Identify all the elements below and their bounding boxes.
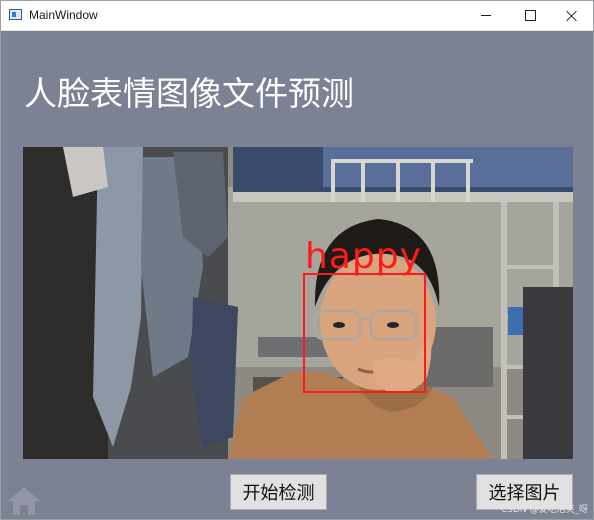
- emotion-label: happy: [305, 236, 422, 277]
- face-detection-box: [303, 273, 426, 393]
- minimize-icon: [481, 15, 491, 16]
- title-bar[interactable]: MainWindow: [1, 1, 593, 31]
- start-detect-button[interactable]: 开始检测: [230, 474, 327, 510]
- window-app-icon: [9, 9, 22, 20]
- main-window: MainWindow 人脸表情图像文件预测 happy 开始检测 选择图片 CS…: [0, 0, 594, 520]
- close-icon: [566, 10, 578, 22]
- close-button[interactable]: [549, 1, 593, 30]
- page-title: 人脸表情图像文件预测: [24, 74, 354, 113]
- minimize-button[interactable]: [463, 1, 509, 30]
- preview-image: happy: [23, 147, 573, 459]
- window-title: MainWindow: [29, 8, 98, 22]
- watermark-text: CSDN @爱吃泡芙_呀: [501, 505, 589, 515]
- room-photo-graphic: [23, 147, 573, 459]
- maximize-icon: [524, 10, 536, 21]
- home-icon[interactable]: [7, 485, 41, 515]
- maximize-button[interactable]: [507, 1, 553, 30]
